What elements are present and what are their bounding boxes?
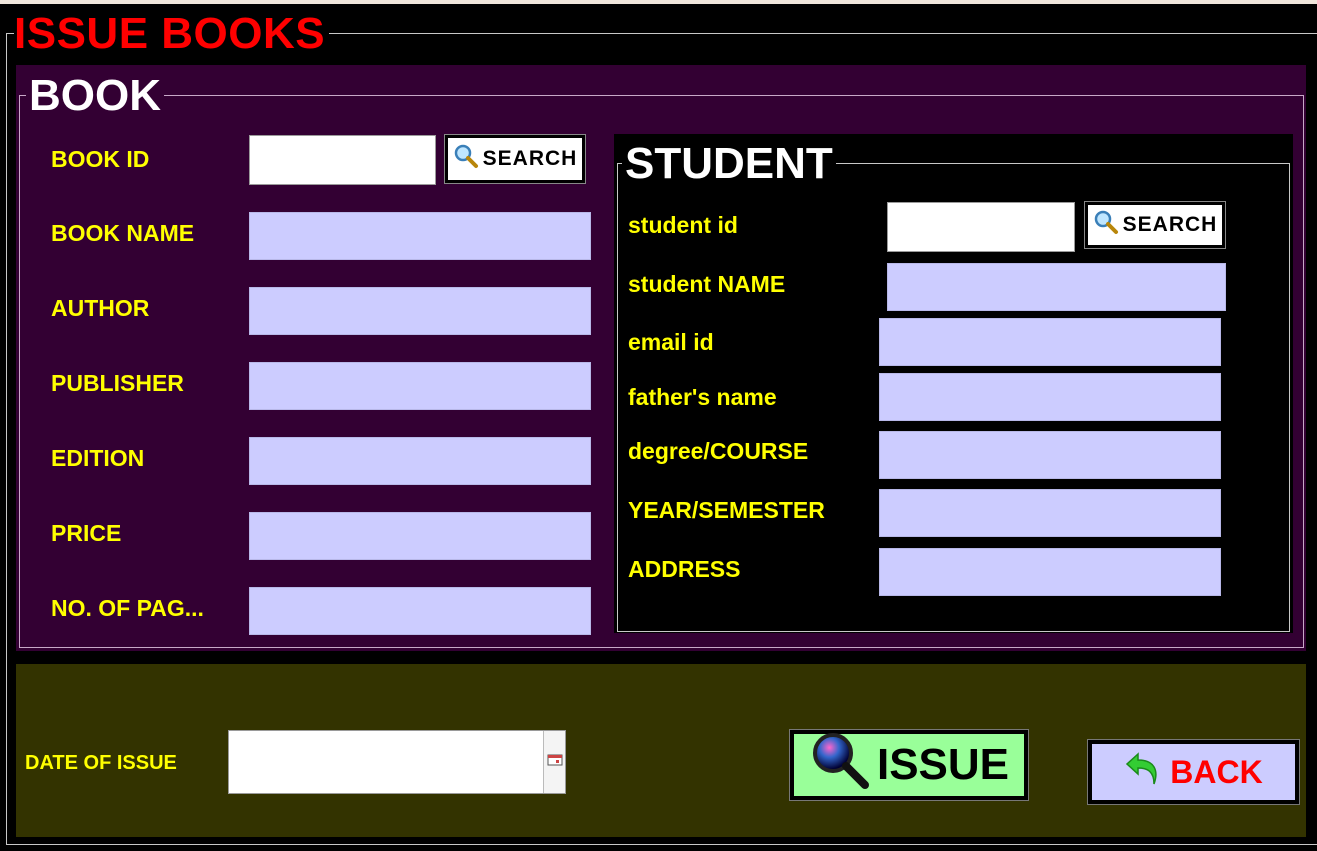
back-button[interactable]: BACK xyxy=(1087,739,1300,805)
father-name-field[interactable] xyxy=(879,373,1221,421)
address-field[interactable] xyxy=(879,548,1221,596)
student-name-label: student NAME xyxy=(628,271,786,297)
back-arrow-icon xyxy=(1124,748,1164,796)
book-name-field[interactable] xyxy=(249,212,591,260)
pages-field[interactable] xyxy=(249,587,591,635)
book-id-label: BOOK ID xyxy=(51,146,150,172)
student-id-label: student id xyxy=(628,212,738,238)
pages-label: NO. OF PAG... xyxy=(51,595,204,621)
email-field[interactable] xyxy=(879,318,1221,366)
student-search-button[interactable]: SEARCH xyxy=(1084,201,1226,249)
magnifier-icon xyxy=(809,729,871,802)
edition-label: EDITION xyxy=(51,445,145,471)
course-field[interactable] xyxy=(879,431,1221,479)
publisher-field[interactable] xyxy=(249,362,591,410)
student-section-title: STUDENT xyxy=(622,140,836,188)
calendar-button[interactable] xyxy=(543,731,565,793)
father-name-label: father's name xyxy=(628,384,777,410)
course-label: degree/COURSE xyxy=(628,438,809,464)
student-search-label: SEARCH xyxy=(1122,213,1218,236)
date-of-issue-label: DATE OF ISSUE xyxy=(25,752,177,774)
publisher-label: PUBLISHER xyxy=(51,370,184,396)
magnifier-icon xyxy=(1093,209,1119,241)
author-field[interactable] xyxy=(249,287,591,335)
book-search-label: SEARCH xyxy=(482,147,578,170)
edition-field[interactable] xyxy=(249,437,591,485)
issue-button-label: ISSUE xyxy=(876,740,1010,789)
author-label: AUTHOR xyxy=(51,295,150,321)
price-label: PRICE xyxy=(51,520,122,546)
window-top-edge xyxy=(0,0,1317,4)
date-of-issue-input[interactable] xyxy=(228,730,566,794)
window-title: ISSUE BOOKS xyxy=(14,10,330,58)
book-id-input[interactable] xyxy=(249,135,436,185)
email-label: email id xyxy=(628,329,714,355)
address-label: ADDRESS xyxy=(628,556,741,582)
book-name-label: BOOK NAME xyxy=(51,220,195,246)
back-button-label: BACK xyxy=(1170,753,1263,790)
book-section-title: BOOK xyxy=(26,72,164,120)
year-field[interactable] xyxy=(879,489,1221,537)
book-search-button[interactable]: SEARCH xyxy=(444,134,586,184)
student-id-input[interactable] xyxy=(887,202,1075,252)
calendar-icon xyxy=(547,753,563,771)
student-name-field[interactable] xyxy=(887,263,1226,311)
magnifier-icon xyxy=(453,143,479,175)
price-field[interactable] xyxy=(249,512,591,560)
year-label: YEAR/SEMESTER xyxy=(628,497,825,523)
issue-button[interactable]: ISSUE xyxy=(789,729,1029,802)
